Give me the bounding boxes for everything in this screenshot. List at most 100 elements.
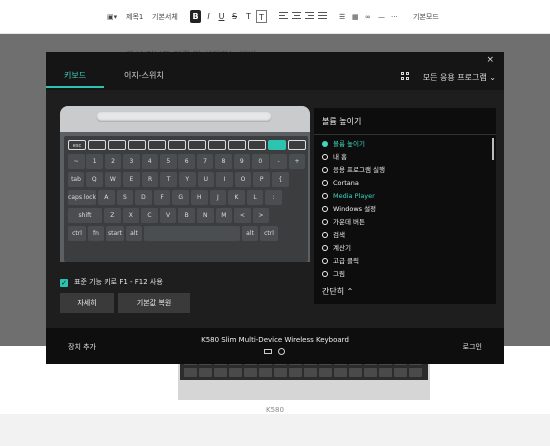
keyboard-key[interactable] [288, 140, 306, 150]
keyboard-key[interactable]: start [106, 226, 124, 241]
grid-icon[interactable] [401, 72, 410, 81]
divider-icon[interactable]: — [378, 11, 385, 24]
keyboard-key[interactable]: tab [68, 172, 84, 187]
keyboard-key[interactable] [148, 140, 166, 150]
keyboard-key[interactable]: R [141, 172, 159, 187]
keyboard-key[interactable]: + [288, 154, 306, 169]
keyboard-key[interactable]: G [172, 190, 189, 205]
keyboard-key[interactable]: N [197, 208, 214, 223]
keyboard-key[interactable]: A [98, 190, 115, 205]
image-icon[interactable]: ▣▾ [107, 11, 117, 24]
fkeys-checkbox[interactable]: ✓ [60, 279, 68, 287]
heading-select[interactable]: 제목1 [126, 11, 143, 24]
keyboard-key[interactable]: ctrl [68, 226, 86, 241]
keyboard-key[interactable]: I [216, 172, 233, 187]
keyboard-key[interactable]: J [209, 190, 227, 205]
keyboard-key[interactable]: alt [126, 226, 142, 241]
keyboard-key[interactable]: caps lock [68, 190, 96, 205]
function-keys-option[interactable]: ✓ 표준 기능 키로 F1 - F12 사용 [60, 277, 163, 289]
keyboard-key[interactable] [208, 140, 226, 150]
keyboard-key[interactable]: S [116, 190, 134, 205]
option-item[interactable]: 볼륨 높이기 [322, 138, 365, 150]
keyboard-key[interactable]: { [272, 172, 289, 187]
keyboard-key[interactable] [128, 140, 146, 150]
option-item[interactable]: 검색 [322, 229, 345, 241]
close-button[interactable]: × [486, 55, 494, 65]
keyboard-key[interactable] [268, 140, 286, 150]
keyboard-key[interactable]: T [160, 172, 177, 187]
align-center-icon[interactable] [292, 12, 301, 21]
keyboard-key[interactable] [144, 226, 240, 241]
keyboard-key[interactable]: 8 [215, 154, 232, 169]
keyboard-key[interactable]: shift [68, 208, 102, 223]
align-justify-icon[interactable] [318, 12, 327, 21]
keyboard-key[interactable] [188, 140, 206, 150]
option-item[interactable]: 내 홈 [322, 151, 347, 163]
keyboard-key[interactable]: 4 [141, 154, 159, 169]
keyboard-key[interactable] [228, 140, 246, 150]
keyboard-key[interactable]: : [265, 190, 282, 205]
keyboard-key[interactable]: - [270, 154, 287, 169]
underline-button[interactable]: U [216, 10, 227, 23]
keyboard-key[interactable]: P [253, 172, 270, 187]
align-right-icon[interactable] [305, 12, 314, 21]
keyboard-key[interactable]: C [141, 208, 158, 223]
keyboard-key[interactable]: ~ [68, 154, 85, 169]
align-left-icon[interactable] [279, 12, 288, 21]
keyboard-key[interactable] [108, 140, 126, 150]
keyboard-key[interactable]: L [246, 190, 264, 205]
keyboard-key[interactable]: 7 [196, 154, 214, 169]
keyboard-key[interactable]: 9 [233, 154, 251, 169]
option-item[interactable]: Media Player [322, 190, 375, 202]
keyboard-key[interactable]: > [252, 208, 270, 223]
login-button[interactable]: 로그인 [463, 342, 482, 352]
text-color-button[interactable]: T [243, 10, 254, 23]
mode-select[interactable]: 기본모드 [413, 11, 439, 24]
keyboard-key[interactable]: Y [179, 172, 196, 187]
strike-button[interactable]: S [229, 10, 240, 23]
details-button[interactable]: 자세히 [60, 293, 114, 313]
panel-scrollbar[interactable] [492, 138, 494, 160]
keyboard-key[interactable]: M [215, 208, 233, 223]
keyboard-key[interactable]: alt [242, 226, 258, 241]
keyboard-key[interactable] [168, 140, 186, 150]
option-item[interactable]: 그림 [322, 268, 345, 280]
keyboard-key[interactable]: B [178, 208, 195, 223]
keyboard-key[interactable]: ctrl [260, 226, 278, 241]
keyboard-key[interactable] [88, 140, 106, 150]
tab-easy-switch[interactable]: 이지-스위치 [124, 70, 164, 81]
keyboard-key[interactable]: Q [86, 172, 103, 187]
keyboard-key[interactable]: V [159, 208, 177, 223]
option-item[interactable]: 가운데 버튼 [322, 216, 365, 228]
tab-keyboard[interactable]: 키보드 [64, 70, 86, 81]
link-icon[interactable]: ∞ [365, 11, 371, 24]
device-name[interactable]: K580 Slim Multi-Device Wireless Keyboard [46, 336, 504, 344]
keyboard-key[interactable]: 3 [123, 154, 140, 169]
keyboard-key[interactable]: F [153, 190, 171, 205]
bold-button[interactable]: B [190, 10, 201, 23]
keyboard-key[interactable]: D [135, 190, 152, 205]
option-item[interactable]: Cortana [322, 177, 359, 189]
keyboard-key[interactable]: 5 [160, 154, 177, 169]
font-select[interactable]: 기본서체 [152, 11, 178, 24]
keyboard-key[interactable]: W [104, 172, 122, 187]
restore-defaults-button[interactable]: 기본값 복원 [118, 293, 190, 313]
keyboard-key[interactable]: H [191, 190, 208, 205]
option-item[interactable]: Windows 설정 [322, 203, 376, 215]
table-icon[interactable]: ▦ [352, 11, 359, 24]
text-bg-button[interactable]: T [256, 10, 267, 23]
keyboard-key[interactable]: 0 [252, 154, 269, 169]
keyboard-key[interactable]: Z [104, 208, 121, 223]
keyboard-key[interactable]: X [122, 208, 140, 223]
option-item[interactable]: 고급 클릭 [322, 255, 359, 267]
keyboard-key[interactable] [248, 140, 266, 150]
option-item[interactable]: 계산기 [322, 242, 351, 254]
keyboard-key[interactable]: O [234, 172, 252, 187]
keyboard-key[interactable]: 2 [104, 154, 122, 169]
more-button[interactable]: ··· [391, 11, 398, 24]
list-icon[interactable]: ☰ [339, 11, 345, 24]
keyboard-key[interactable]: < [234, 208, 251, 223]
keyboard-key[interactable]: fn [88, 226, 104, 241]
keyboard-key[interactable]: 6 [178, 154, 195, 169]
keyboard-key[interactable]: 1 [86, 154, 103, 169]
